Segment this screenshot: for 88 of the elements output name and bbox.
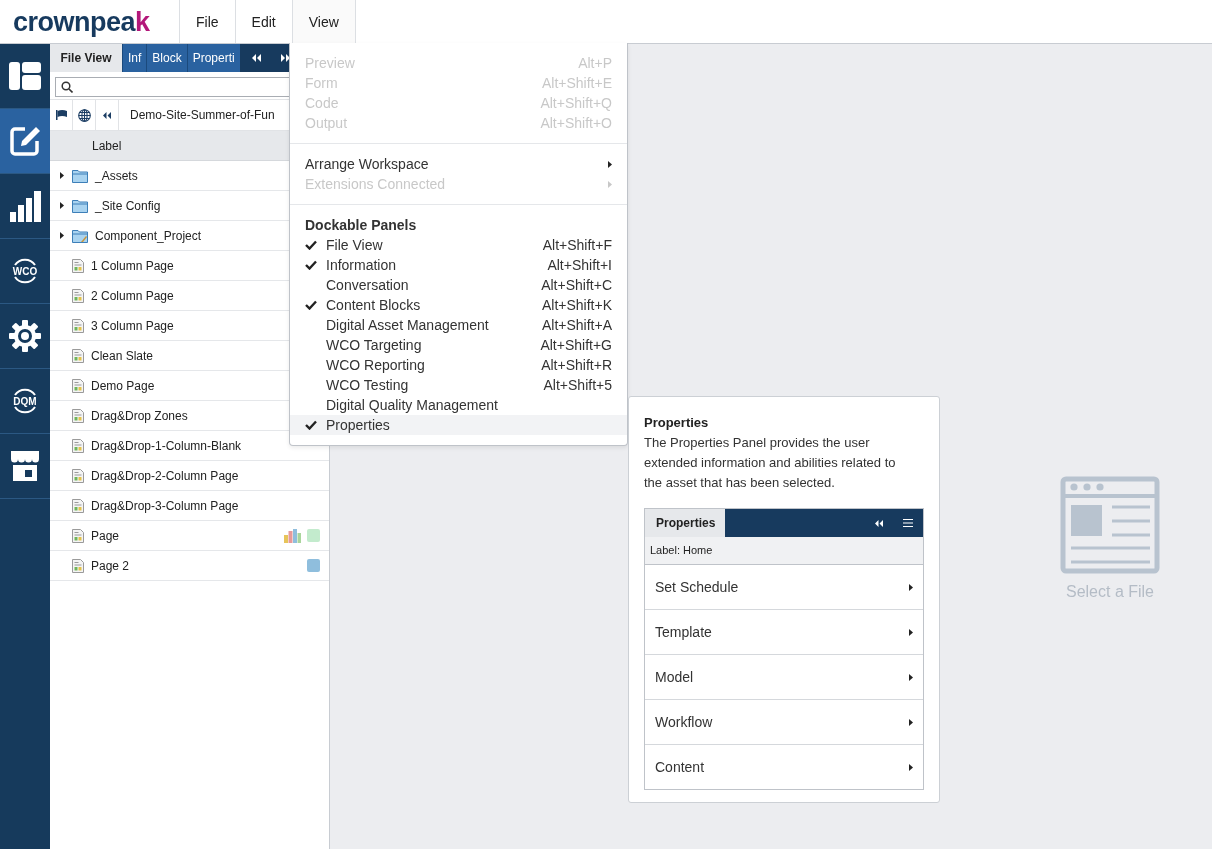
- file-name: Page 2: [91, 558, 131, 573]
- file-name: Demo Page: [91, 378, 156, 393]
- expand-arrow-icon[interactable]: [60, 232, 64, 239]
- panel-tab[interactable]: File View: [50, 44, 122, 72]
- search-icon: [61, 81, 73, 93]
- panel-tab[interactable]: Inf: [122, 44, 147, 72]
- document-icon: [1060, 476, 1160, 574]
- back-icon[interactable]: [103, 111, 111, 119]
- menu-label: Conversation: [326, 277, 410, 293]
- flag-icon[interactable]: [55, 110, 67, 120]
- menu-label: Digital Quality Management: [326, 397, 499, 413]
- file-name: Page: [91, 528, 121, 543]
- tooltip-text: The Properties Panel provides the user extended information and abilities related to the asset that has been selected.: [644, 434, 897, 492]
- file-name: Component_Project: [95, 228, 203, 243]
- menu-option[interactable]: Properties: [290, 415, 627, 435]
- store-icon: [10, 451, 40, 481]
- expand-arrow-icon: [909, 673, 913, 681]
- page-icon: [72, 558, 84, 573]
- shortcut-text: Alt+Shift+I: [547, 257, 612, 273]
- file-row[interactable]: Page: [50, 521, 329, 551]
- expand-arrow-icon: [909, 583, 913, 591]
- file-row[interactable]: Drag&Drop-2-Column Page: [50, 461, 329, 491]
- page-icon: [72, 378, 84, 393]
- file-name: Drag&Drop-2-Column Page: [91, 468, 240, 483]
- file-row[interactable]: Drag&Drop-3-Column Page: [50, 491, 329, 521]
- page-icon: [72, 438, 84, 453]
- folder-icon: [72, 168, 88, 183]
- expand-arrow-icon: [909, 763, 913, 771]
- property-name: Model: [655, 669, 694, 685]
- file-name: Drag&Drop-3-Column Page: [91, 498, 240, 513]
- file-name: 1 Column Page: [91, 258, 175, 273]
- file-row[interactable]: Page 2: [50, 551, 329, 581]
- shortcut-text: Alt+Shift+C: [541, 277, 612, 293]
- chevron-right-icon[interactable]: [280, 54, 290, 62]
- tooltip-title: Properties: [644, 415, 710, 431]
- property-name: Workflow: [655, 714, 713, 730]
- panel-tab[interactable]: Properti: [186, 44, 240, 72]
- chevron-left-icon: [875, 519, 883, 527]
- property-name: Set Schedule: [655, 579, 739, 595]
- expand-arrow-icon[interactable]: [60, 202, 64, 209]
- menu-label: WCO Reporting: [326, 357, 426, 373]
- dashboard-icon: [9, 62, 41, 90]
- file-name: 3 Column Page: [91, 318, 175, 333]
- menu-label: WCO Targeting: [326, 337, 423, 353]
- menu-item[interactable]: View: [292, 0, 356, 44]
- page-icon: [72, 288, 84, 303]
- expand-arrow-icon: [909, 628, 913, 636]
- page-icon: [72, 498, 84, 513]
- folder-icon: [72, 198, 88, 213]
- chevron-left-icon[interactable]: [251, 54, 261, 62]
- expand-arrow-icon[interactable]: [60, 172, 64, 179]
- page-icon: [72, 258, 84, 273]
- file-name: 2 Column Page: [91, 288, 175, 303]
- property-name: Template: [655, 624, 712, 640]
- page-icon: [72, 528, 84, 543]
- page-icon: [72, 408, 84, 423]
- property-name: Content: [655, 759, 705, 775]
- file-name: _Site Config: [95, 198, 162, 213]
- shortcut-text: Alt+Shift+F: [542, 237, 612, 253]
- edit-icon: [9, 125, 41, 157]
- bar-chart-icon: [9, 190, 41, 222]
- panel-tab[interactable]: Block: [146, 44, 187, 72]
- expand-arrow-icon: [909, 718, 913, 726]
- logo: crownpeak: [13, 6, 150, 37]
- page-icon: [72, 348, 84, 363]
- file-name: Drag&Drop Zones: [91, 408, 189, 423]
- shortcut-text: Alt+Shift+R: [541, 357, 612, 373]
- file-name: _Assets: [95, 168, 139, 183]
- folder-icon: [72, 228, 88, 243]
- menu-label: WCO Testing: [326, 377, 410, 393]
- shortcut-text: Alt+Shift+G: [540, 337, 612, 353]
- shortcut-text: Alt+Shift+A: [541, 317, 612, 333]
- menu-label: Information: [326, 257, 398, 273]
- menu-label: Properties: [326, 417, 391, 433]
- file-name: Clean Slate: [91, 348, 155, 363]
- shortcut-text: Alt+Shift+5: [543, 377, 612, 393]
- shortcut-text: Alt+Shift+K: [541, 297, 612, 313]
- globe-icon[interactable]: [77, 108, 91, 122]
- label-text: Label: Home: [645, 537, 923, 565]
- menu-label: Content Blocks: [326, 297, 422, 313]
- folder-path: Demo-Site-Summer-of-Fun: [129, 108, 275, 122]
- menu-icon: [903, 519, 913, 527]
- page-icon: [72, 468, 84, 483]
- file-name: Drag&Drop-1-Column-Blank: [91, 438, 243, 453]
- menu-label: Digital Asset Management: [326, 317, 490, 333]
- menu-label: File View: [326, 237, 384, 253]
- empty-message: Select a File: [1065, 583, 1154, 601]
- page-icon: [72, 318, 84, 333]
